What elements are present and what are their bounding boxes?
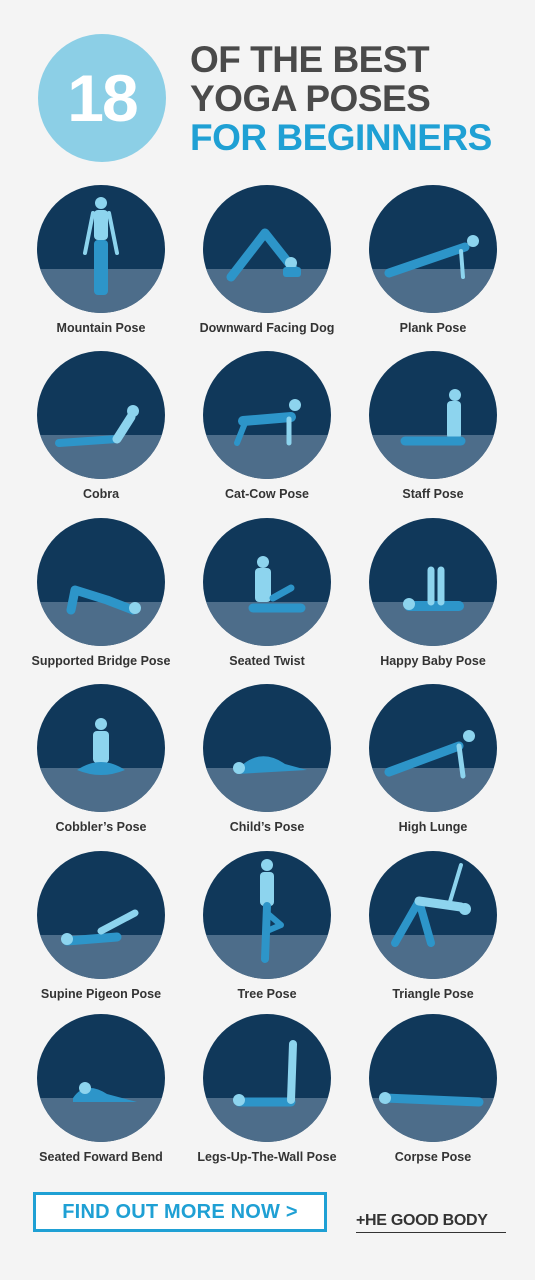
- happy-baby-icon: [369, 518, 497, 646]
- pose-label: Mountain Pose: [56, 321, 146, 335]
- high-lunge-icon: [369, 684, 497, 812]
- page-title: OF THE BEST YOGA POSES FOR BEGINNERS: [190, 40, 492, 157]
- brand-logo: +HE GOOD BODY: [356, 1212, 506, 1233]
- pose-label: Supported Bridge Pose: [31, 654, 171, 668]
- pose-label: Cobra: [82, 487, 120, 501]
- pose-card: Seated Twist: [182, 518, 352, 668]
- pose-card: Mountain Pose: [16, 185, 186, 335]
- pose-card: Tree Pose: [182, 851, 352, 1001]
- pose-label: High Lunge: [398, 820, 468, 834]
- forward-bend-icon: [37, 1014, 165, 1142]
- staff-pose-icon: [369, 351, 497, 479]
- pose-label: Happy Baby Pose: [380, 654, 486, 668]
- title-line-2: YOGA POSES: [190, 78, 431, 119]
- find-out-more-button[interactable]: FIND OUT MORE NOW >: [33, 1192, 327, 1232]
- seated-twist-icon: [203, 518, 331, 646]
- pose-label: Tree Pose: [237, 987, 297, 1001]
- pose-label: Staff Pose: [402, 487, 464, 501]
- pose-label: Supine Pigeon Pose: [40, 987, 162, 1001]
- pose-label: Seated Twist: [229, 654, 305, 668]
- cobra-icon: [37, 351, 165, 479]
- pose-label: Legs-Up-The-Wall Pose: [197, 1150, 337, 1164]
- title-line-3: FOR BEGINNERS: [190, 117, 492, 158]
- pose-label: Corpse Pose: [394, 1150, 472, 1164]
- plank-pose-icon: [369, 185, 497, 313]
- pose-card: Supported Bridge Pose: [16, 518, 186, 668]
- bridge-pose-icon: [37, 518, 165, 646]
- pose-label: Child’s Pose: [229, 820, 305, 834]
- title-line-1: OF THE BEST: [190, 39, 430, 80]
- cat-cow-icon: [203, 351, 331, 479]
- pose-card: Cobbler’s Pose: [16, 684, 186, 834]
- pose-label: Plank Pose: [399, 321, 467, 335]
- pose-card: Child’s Pose: [182, 684, 352, 834]
- corpse-pose-icon: [369, 1014, 497, 1142]
- pose-card: Supine Pigeon Pose: [16, 851, 186, 1001]
- legs-up-wall-icon: [203, 1014, 331, 1142]
- pose-card: Downward Facing Dog: [182, 185, 352, 335]
- pose-card: Cat-Cow Pose: [182, 351, 352, 501]
- pose-label: Cat-Cow Pose: [224, 487, 310, 501]
- supine-pigeon-icon: [37, 851, 165, 979]
- childs-pose-icon: [203, 684, 331, 812]
- pose-card: Legs-Up-The-Wall Pose: [182, 1014, 352, 1164]
- header: 18 OF THE BEST YOGA POSES FOR BEGINNERS: [0, 0, 535, 175]
- downward-dog-icon: [203, 185, 331, 313]
- pose-card: Seated Foward Bend: [16, 1014, 186, 1164]
- pose-card: Corpse Pose: [348, 1014, 518, 1164]
- pose-label: Cobbler’s Pose: [55, 820, 147, 834]
- number-badge: 18: [38, 34, 166, 162]
- triangle-pose-icon: [369, 851, 497, 979]
- cobbler-pose-icon: [37, 684, 165, 812]
- tree-pose-icon: [203, 851, 331, 979]
- pose-card: High Lunge: [348, 684, 518, 834]
- pose-label: Seated Foward Bend: [39, 1150, 163, 1164]
- pose-label: Triangle Pose: [392, 987, 474, 1001]
- pose-card: Staff Pose: [348, 351, 518, 501]
- mountain-pose-icon: [37, 185, 165, 313]
- pose-card: Cobra: [16, 351, 186, 501]
- pose-card: Plank Pose: [348, 185, 518, 335]
- pose-card: Triangle Pose: [348, 851, 518, 1001]
- pose-card: Happy Baby Pose: [348, 518, 518, 668]
- pose-label: Downward Facing Dog: [199, 321, 335, 335]
